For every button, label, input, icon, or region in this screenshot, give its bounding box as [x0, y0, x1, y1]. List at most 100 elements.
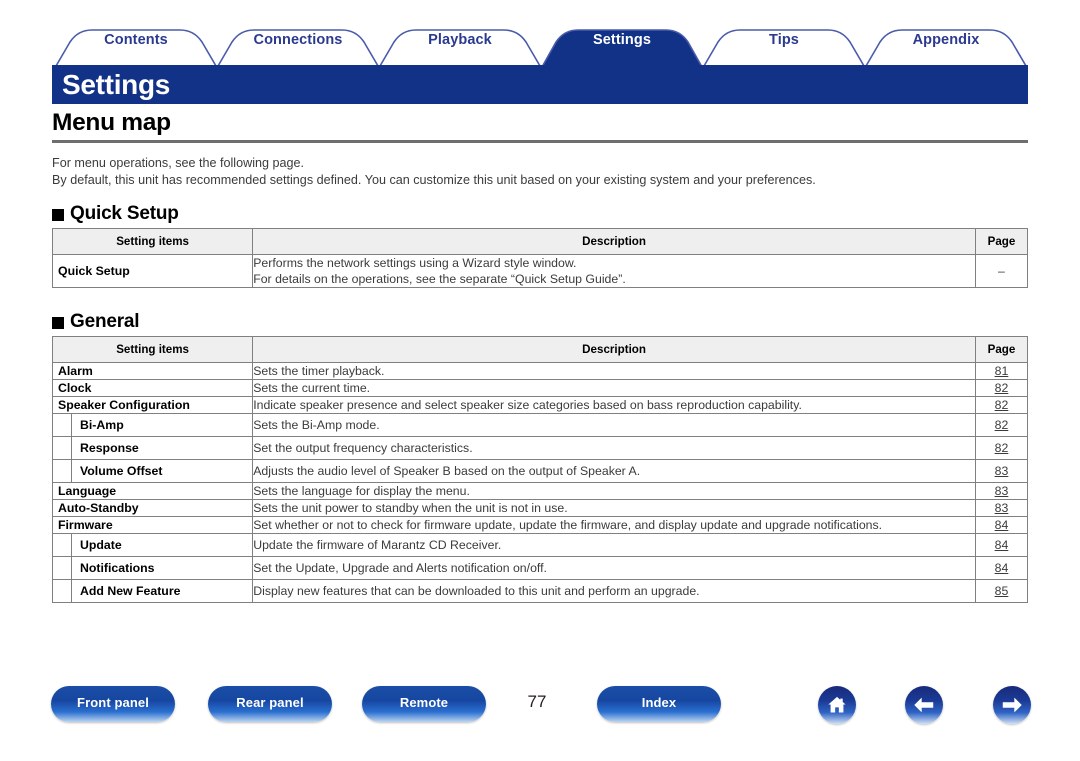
row-item-label: Add New Feature [51, 579, 254, 603]
row-description: Display new features that can be downloa… [252, 579, 976, 603]
home-icon[interactable] [818, 686, 856, 724]
description-line: Indicate speaker presence and select spe… [253, 398, 802, 412]
column-header-description: Description [252, 336, 976, 363]
page-link[interactable]: 82 [995, 381, 1009, 395]
page-link[interactable]: 85 [995, 584, 1009, 598]
tab-settings[interactable]: Settings [542, 32, 702, 48]
square-bullet-icon [52, 317, 64, 329]
square-bullet-icon [52, 209, 64, 221]
page-link[interactable]: 83 [995, 484, 1009, 498]
row-page-ref[interactable]: 82 [974, 396, 1029, 414]
rear-panel-button[interactable]: Rear panel [208, 686, 332, 722]
section-title-text: Settings [62, 68, 171, 100]
front-panel-label: Front panel [77, 694, 149, 710]
table-row: Add New Feature Display new features that… [51, 579, 1029, 603]
page-link[interactable]: 82 [995, 398, 1009, 412]
description-line: Update the firmware of Marantz CD Receiv… [253, 538, 502, 552]
row-item-label: Bi-Amp [51, 413, 254, 437]
row-page-ref[interactable]: 81 [974, 362, 1029, 380]
row-page-ref[interactable]: 82 [974, 379, 1029, 397]
row-item-label: Clock [51, 379, 254, 397]
page-dash: – [998, 264, 1005, 278]
table-row: Update Update the firmware of Marantz CD … [51, 533, 1029, 557]
tab-appendix[interactable]: Appendix [866, 32, 1026, 48]
row-page-ref[interactable]: 83 [974, 499, 1029, 517]
table-row: Speaker Configuration Indicate speaker pr… [51, 396, 1029, 414]
row-page-ref[interactable]: 84 [974, 516, 1029, 534]
row-item-label: Auto-Standby [51, 499, 254, 517]
tab-contents[interactable]: Contents [56, 32, 216, 48]
description-line: Sets the timer playback. [253, 364, 385, 378]
row-page-ref[interactable]: 82 [974, 413, 1029, 437]
row-page-ref: – [974, 254, 1029, 288]
general-table: Setting items Description Page Alarm Sets… [51, 336, 1029, 603]
row-page-ref[interactable]: 82 [974, 436, 1029, 460]
row-description: Update the firmware of Marantz CD Receiv… [252, 533, 976, 557]
remote-button[interactable]: Remote [362, 686, 486, 722]
back-arrow-icon[interactable] [905, 686, 943, 724]
row-description: Set the Update, Upgrade and Alerts notif… [252, 556, 976, 580]
row-item-label: Quick Setup [51, 254, 254, 288]
index-label: Index [641, 694, 677, 710]
next-arrow-icon[interactable] [993, 686, 1031, 724]
table-row: Auto-Standby Sets the unit power to stand… [51, 499, 1029, 517]
tab-tips[interactable]: Tips [704, 32, 864, 48]
section-heading-label: Quick Setup [70, 203, 179, 224]
description-line: Sets the unit power to standby when the … [253, 501, 568, 515]
rear-panel-label: Rear panel [236, 694, 304, 710]
row-page-ref[interactable]: 84 [974, 533, 1029, 557]
column-header-setting-items: Setting items [51, 228, 254, 255]
row-item-label: Notifications [51, 556, 254, 580]
column-header-setting-items: Setting items [51, 336, 254, 363]
row-item-label: Volume Offset [51, 459, 254, 483]
table-row: Notifications Set the Update, Upgrade and… [51, 556, 1029, 580]
section-heading-label: General [70, 311, 140, 332]
table-row: Volume Offset Adjusts the audio level of … [51, 459, 1029, 483]
page-link[interactable]: 82 [995, 441, 1009, 455]
description-line: Sets the Bi-Amp mode. [253, 418, 380, 432]
row-item-label: Update [51, 533, 254, 557]
row-item-label: Firmware [51, 516, 254, 534]
page-link[interactable]: 83 [995, 464, 1009, 478]
row-description: Indicate speaker presence and select spe… [252, 396, 976, 414]
row-page-ref[interactable]: 85 [974, 579, 1029, 603]
page-link[interactable]: 83 [995, 501, 1009, 515]
table-row: Language Sets the language for display th… [51, 482, 1029, 500]
table-header-row: Setting items Description Page [51, 336, 1029, 363]
tab-connections[interactable]: Connections [218, 32, 378, 48]
right-arrow-glyph [1002, 697, 1022, 713]
description-line: Sets the current time. [253, 381, 371, 395]
index-button[interactable]: Index [597, 686, 721, 722]
page-link[interactable]: 84 [995, 538, 1009, 552]
row-item-label: Language [51, 482, 254, 500]
page-number: 77 [527, 692, 547, 711]
page-title-text: Menu map [52, 109, 171, 136]
description-line: Display new features that can be downloa… [253, 584, 700, 598]
top-tab-bar: Contents Connections Playback Settings T… [0, 0, 1080, 68]
quick-setup-table: Setting items Description Page Quick Set… [51, 228, 1029, 288]
row-description: Sets the language for display the menu. [252, 482, 976, 500]
row-page-ref[interactable]: 83 [974, 482, 1029, 500]
row-description: Sets the current time. [252, 379, 976, 397]
page-link[interactable]: 81 [995, 364, 1009, 378]
left-arrow-glyph [914, 697, 934, 713]
row-description: Performs the network settings using a Wi… [252, 254, 976, 288]
column-header-description: Description [252, 228, 976, 255]
table-row: Bi-Amp Sets the Bi-Amp mode. 82 [51, 413, 1029, 437]
tab-playback[interactable]: Playback [380, 32, 540, 48]
row-description: Set the output frequency characteristics… [252, 436, 976, 460]
page-link[interactable]: 84 [995, 561, 1009, 575]
front-panel-button[interactable]: Front panel [51, 686, 175, 722]
description-line: For details on the operations, see the s… [253, 272, 626, 286]
page-link[interactable]: 84 [995, 518, 1009, 532]
row-page-ref[interactable]: 84 [974, 556, 1029, 580]
page-link[interactable]: 82 [995, 418, 1009, 432]
remote-label: Remote [399, 694, 449, 710]
row-page-ref[interactable]: 83 [974, 459, 1029, 483]
row-item-label: Alarm [51, 362, 254, 380]
intro-line-1: For menu operations, see the following p… [52, 156, 305, 170]
row-item-label: Speaker Configuration [51, 396, 254, 414]
table-row: Firmware Set whether or not to check for … [51, 516, 1029, 534]
row-description: Sets the Bi-Amp mode. [252, 413, 976, 437]
table-row: Quick Setup Performs the network setting… [51, 254, 1029, 288]
